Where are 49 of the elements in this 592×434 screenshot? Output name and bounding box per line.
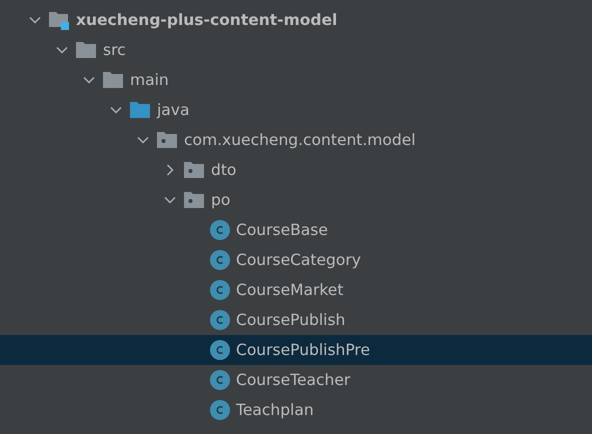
folder-icon xyxy=(75,41,97,59)
tree-row[interactable]: com.xuecheng.content.model xyxy=(0,125,592,155)
folder-icon xyxy=(129,101,151,119)
module-folder-icon xyxy=(48,10,70,30)
class-icon xyxy=(210,400,230,420)
tree-item-label: dto xyxy=(211,161,236,179)
chevron-right-icon[interactable] xyxy=(164,164,176,176)
tree-item-label: po xyxy=(211,191,230,209)
tree-item-label: com.xuecheng.content.model xyxy=(184,131,416,149)
tree-item-label: Teachplan xyxy=(236,401,314,419)
tree-row[interactable]: CourseCategory xyxy=(0,245,592,275)
tree-item-label: CourseCategory xyxy=(236,251,361,269)
tree-item-label: CourseBase xyxy=(236,221,328,239)
chevron-down-icon[interactable] xyxy=(29,14,41,26)
tree-row[interactable]: dto xyxy=(0,155,592,185)
tree-item-label: CoursePublish xyxy=(236,311,346,329)
tree-item-label: CourseTeacher xyxy=(236,371,350,389)
tree-item-label: xuecheng-plus-content-model xyxy=(76,11,338,29)
class-icon xyxy=(210,310,230,330)
chevron-down-icon[interactable] xyxy=(56,44,68,56)
folder-icon xyxy=(102,71,124,89)
chevron-down-icon[interactable] xyxy=(137,134,149,146)
tree-row[interactable]: src xyxy=(0,35,592,65)
tree-item-label: main xyxy=(130,71,169,89)
tree-row[interactable]: CourseMarket xyxy=(0,275,592,305)
chevron-down-icon[interactable] xyxy=(83,74,95,86)
package-folder-icon xyxy=(183,161,205,179)
tree-row[interactable]: CourseTeacher xyxy=(0,365,592,395)
tree-row[interactable]: po xyxy=(0,185,592,215)
class-icon xyxy=(210,220,230,240)
tree-item-label: CourseMarket xyxy=(236,281,344,299)
class-icon xyxy=(210,370,230,390)
tree-row[interactable]: main xyxy=(0,65,592,95)
class-icon xyxy=(210,250,230,270)
tree-row[interactable]: CoursePublishPre xyxy=(0,335,592,365)
tree-row[interactable]: CoursePublish xyxy=(0,305,592,335)
class-icon xyxy=(210,280,230,300)
tree-row[interactable]: CourseBase xyxy=(0,215,592,245)
package-folder-icon xyxy=(156,131,178,149)
tree-row[interactable]: xuecheng-plus-content-model xyxy=(0,5,592,35)
tree-row[interactable]: java xyxy=(0,95,592,125)
tree-item-label: src xyxy=(103,41,126,59)
tree-item-label: CoursePublishPre xyxy=(236,341,370,359)
chevron-down-icon[interactable] xyxy=(110,104,122,116)
package-folder-icon xyxy=(183,191,205,209)
tree-item-label: java xyxy=(157,101,190,119)
chevron-down-icon[interactable] xyxy=(164,194,176,206)
tree-row[interactable]: Teachplan xyxy=(0,395,592,425)
class-icon xyxy=(210,340,230,360)
